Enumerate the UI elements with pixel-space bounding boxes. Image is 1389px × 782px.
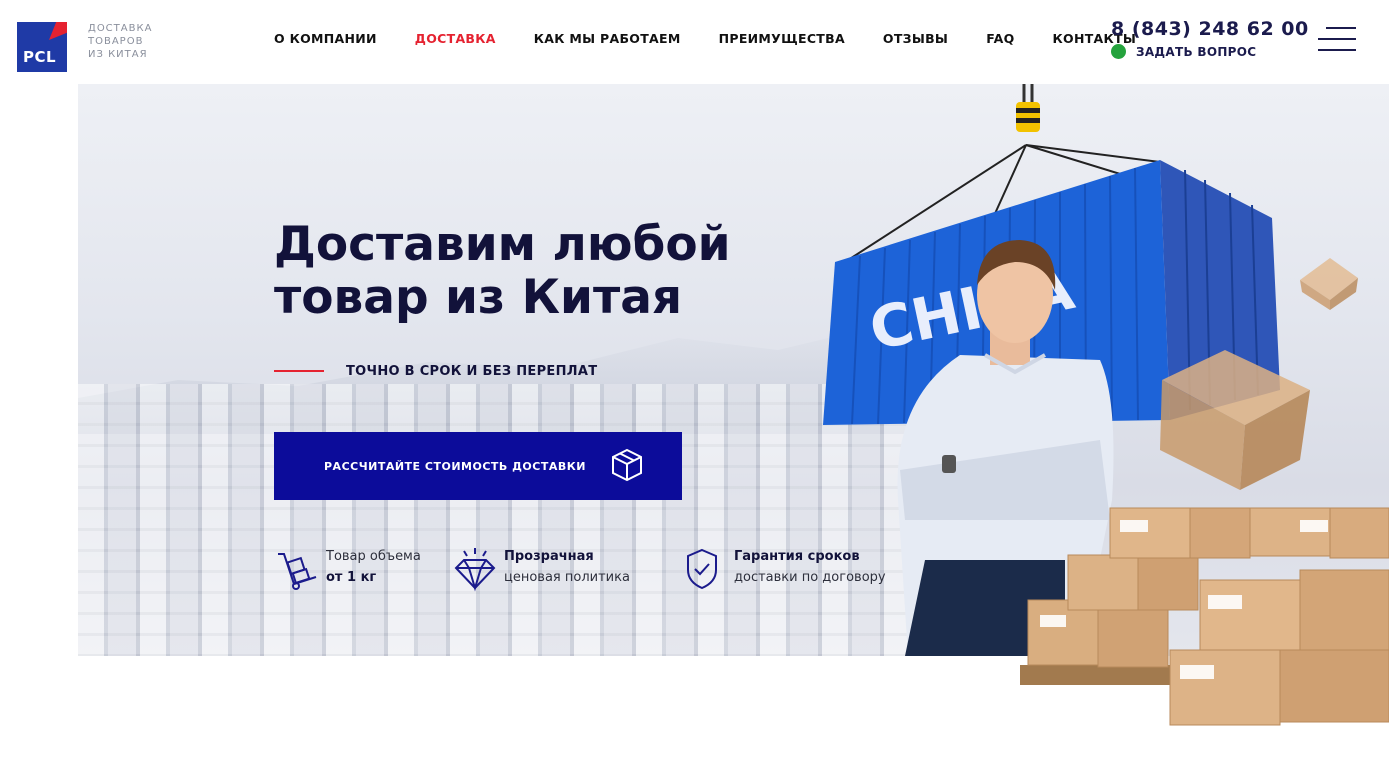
- feature-volume-line2: от 1 кг: [326, 570, 377, 585]
- nav-item-how-we-work[interactable]: КАК МЫ РАБОТАЕМ: [534, 31, 681, 47]
- logo-caption-line: ИЗ КИТАЯ: [88, 49, 148, 60]
- logo[interactable]: PCL: [17, 22, 67, 72]
- feature-pricing: Прозрачная ценовая политика: [452, 546, 630, 592]
- nav-item-faq[interactable]: FAQ: [986, 31, 1014, 47]
- main-nav: О КОМПАНИИ ДОСТАВКА КАК МЫ РАБОТАЕМ ПРЕИ…: [274, 31, 1174, 47]
- box-icon: [612, 448, 642, 482]
- nav-item-advantages[interactable]: ПРЕИМУЩЕСТВА: [719, 31, 845, 47]
- logo-text: PCL: [23, 48, 57, 66]
- feature-volume: Товар объема от 1 кг: [274, 546, 421, 592]
- feature-guarantee-line2: доставки по договору: [734, 570, 886, 585]
- hero-title-line: товар из Китая: [274, 270, 683, 325]
- shield-check-icon: [687, 548, 717, 590]
- site-header: PCL ДОСТАВКА ТОВАРОВ ИЗ КИТАЯ О КОМПАНИИ…: [0, 0, 1389, 84]
- hero-tagline: ТОЧНО В СРОК И БЕЗ ПЕРЕПЛАТ: [346, 364, 598, 379]
- calculate-delivery-label: РАССЧИТАЙТЕ СТОИМОСТЬ ДОСТАВКИ: [324, 459, 586, 473]
- hero-title: Доставим любой товар из Китая: [274, 218, 754, 324]
- feature-guarantee-line1: Гарантия сроков: [734, 549, 860, 564]
- hero-background-container-yard: [78, 384, 1078, 656]
- online-status-icon: [1111, 44, 1126, 59]
- calculate-delivery-button[interactable]: РАССЧИТАЙТЕ СТОИМОСТЬ ДОСТАВКИ: [274, 432, 682, 500]
- logo-caption-line: ДОСТАВКА: [88, 23, 153, 34]
- feature-pricing-line2: ценовая политика: [504, 570, 630, 585]
- logo-caption-line: ТОВАРОВ: [88, 36, 144, 47]
- logo-caption: ДОСТАВКА ТОВАРОВ ИЗ КИТАЯ: [88, 22, 168, 61]
- hero-title-line: Доставим любой: [274, 217, 731, 272]
- feature-guarantee: Гарантия сроков доставки по договору: [682, 546, 886, 592]
- nav-item-delivery[interactable]: ДОСТАВКА: [415, 31, 496, 47]
- phone-number[interactable]: 8 (843) 248 62 00: [1111, 18, 1309, 40]
- tagline-divider: [274, 370, 324, 372]
- ask-question-link[interactable]: ЗАДАТЬ ВОПРОС: [1111, 44, 1256, 59]
- logo-red-stripe: [49, 22, 67, 40]
- nav-item-about[interactable]: О КОМПАНИИ: [274, 31, 377, 47]
- diamond-icon: [454, 548, 496, 592]
- nav-item-reviews[interactable]: ОТЗЫВЫ: [883, 31, 948, 47]
- ask-question-label: ЗАДАТЬ ВОПРОС: [1136, 44, 1257, 59]
- hamburger-menu-icon[interactable]: [1318, 27, 1356, 53]
- hand-truck-icon: [278, 553, 317, 590]
- feature-pricing-line1: Прозрачная: [504, 549, 594, 564]
- feature-volume-line1: Товар объема: [326, 549, 421, 564]
